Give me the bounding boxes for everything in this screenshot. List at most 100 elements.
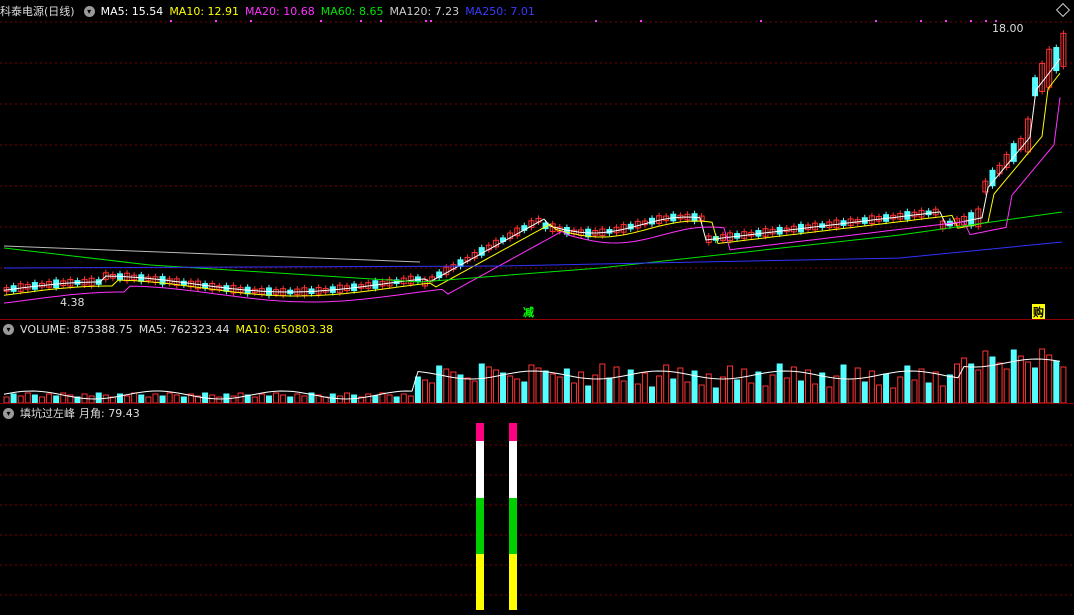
signal-dot xyxy=(640,20,642,22)
volume-bar xyxy=(500,372,507,404)
volume-bar xyxy=(17,395,24,404)
volume-bar xyxy=(24,392,31,404)
volume-bar xyxy=(429,382,436,404)
volume-bar xyxy=(563,368,570,404)
signal-dot xyxy=(970,20,972,22)
volume-bar xyxy=(727,365,734,404)
volume-bar xyxy=(670,378,677,404)
low-price-label: 4.38 xyxy=(60,296,85,309)
price-chart[interactable] xyxy=(0,0,1074,615)
volume-bar xyxy=(422,379,429,404)
volume-bar xyxy=(457,374,464,404)
volume-bar xyxy=(88,395,95,404)
ma250-line xyxy=(3,241,1063,269)
volume-bar xyxy=(372,395,379,404)
volume-bar xyxy=(918,368,925,404)
volume-bar xyxy=(10,393,17,404)
signal-dot xyxy=(595,20,597,22)
volume-bar xyxy=(1024,361,1031,404)
volume-bar xyxy=(755,371,762,404)
volume-bar xyxy=(861,381,868,404)
volume-bar xyxy=(514,378,521,404)
volume-bar xyxy=(386,394,393,404)
signal-dot xyxy=(250,20,252,22)
volume-bar xyxy=(812,383,819,404)
volume-bar xyxy=(634,383,641,404)
volume-bar xyxy=(471,380,478,404)
volume-bar xyxy=(939,385,946,404)
volume-bar xyxy=(606,377,613,404)
volume-bar xyxy=(684,381,691,404)
volume-bar xyxy=(407,395,414,404)
ma5-line xyxy=(3,58,1061,293)
volume-bar xyxy=(925,382,932,404)
volume-bar xyxy=(762,385,769,404)
volume-bar xyxy=(1017,355,1024,404)
volume-bar xyxy=(436,365,443,404)
volume-bar xyxy=(989,356,996,404)
collapse-icon[interactable]: ▾ xyxy=(3,323,14,335)
volume-bar xyxy=(1046,354,1053,404)
volume-bar xyxy=(797,380,804,404)
volume-bar xyxy=(485,366,492,404)
volume-bar xyxy=(656,375,663,404)
volume-bar xyxy=(301,395,308,404)
volume-bar xyxy=(890,387,897,404)
candlestick xyxy=(989,169,996,187)
volume-bar xyxy=(258,393,265,404)
collapse-icon[interactable]: ▾ xyxy=(3,407,14,419)
signal-dot xyxy=(170,20,172,22)
volume-bar xyxy=(1003,368,1010,404)
volume-bar xyxy=(741,368,748,404)
volume-bar xyxy=(585,385,592,404)
volume-bar xyxy=(719,376,726,404)
volume-bar xyxy=(1060,366,1067,404)
panel-divider xyxy=(0,403,1074,404)
signal-dot xyxy=(985,20,987,22)
volume-bar xyxy=(854,367,861,404)
volume-bar xyxy=(911,379,918,404)
signal-dot xyxy=(875,20,877,22)
volume-bar xyxy=(152,393,159,404)
volume-bar xyxy=(968,363,975,404)
volume-bar xyxy=(507,375,514,404)
ma20-line xyxy=(3,97,1061,304)
volume-bar xyxy=(883,373,890,404)
volume-bar xyxy=(570,382,577,404)
volume-bar xyxy=(343,392,350,404)
volume-header: ▾ VOLUME: 875388.75 MA5: 762323.44 MA10:… xyxy=(0,321,339,337)
volume-bar xyxy=(840,364,847,404)
volume-bar xyxy=(578,371,585,404)
volume-bar xyxy=(273,392,280,404)
volume-bar xyxy=(1032,367,1039,404)
volume-bar xyxy=(237,392,244,404)
volume-bar xyxy=(648,386,655,404)
volume-bar xyxy=(946,374,953,404)
volume-bar xyxy=(280,394,287,404)
volume-bar xyxy=(542,370,549,404)
signal-dot xyxy=(945,20,947,22)
volume-bar xyxy=(769,374,776,404)
volume-bar xyxy=(748,382,755,404)
volume-bar xyxy=(641,372,648,404)
volume-bar xyxy=(521,381,528,404)
signal-dot xyxy=(760,20,762,22)
volume-bar xyxy=(556,376,563,404)
volume-bar xyxy=(95,392,102,404)
volume-bar xyxy=(46,393,53,404)
volume-bar xyxy=(131,392,138,404)
high-price-label: 18.00 xyxy=(992,22,1024,35)
volume-bar xyxy=(400,393,407,404)
volume-bar xyxy=(549,373,556,404)
volume-bar xyxy=(414,376,421,404)
panel-divider xyxy=(0,319,1074,320)
volume-bar xyxy=(450,371,457,404)
candlestick xyxy=(1032,77,1039,97)
volume-bar xyxy=(365,393,372,404)
volume-bar xyxy=(776,363,783,404)
signal-dot xyxy=(360,20,362,22)
volume-ma10-label: MA10: 650803.38 xyxy=(235,322,334,336)
volume-bar xyxy=(159,395,166,404)
volume-bar xyxy=(897,376,904,404)
volume-bar xyxy=(734,379,741,404)
